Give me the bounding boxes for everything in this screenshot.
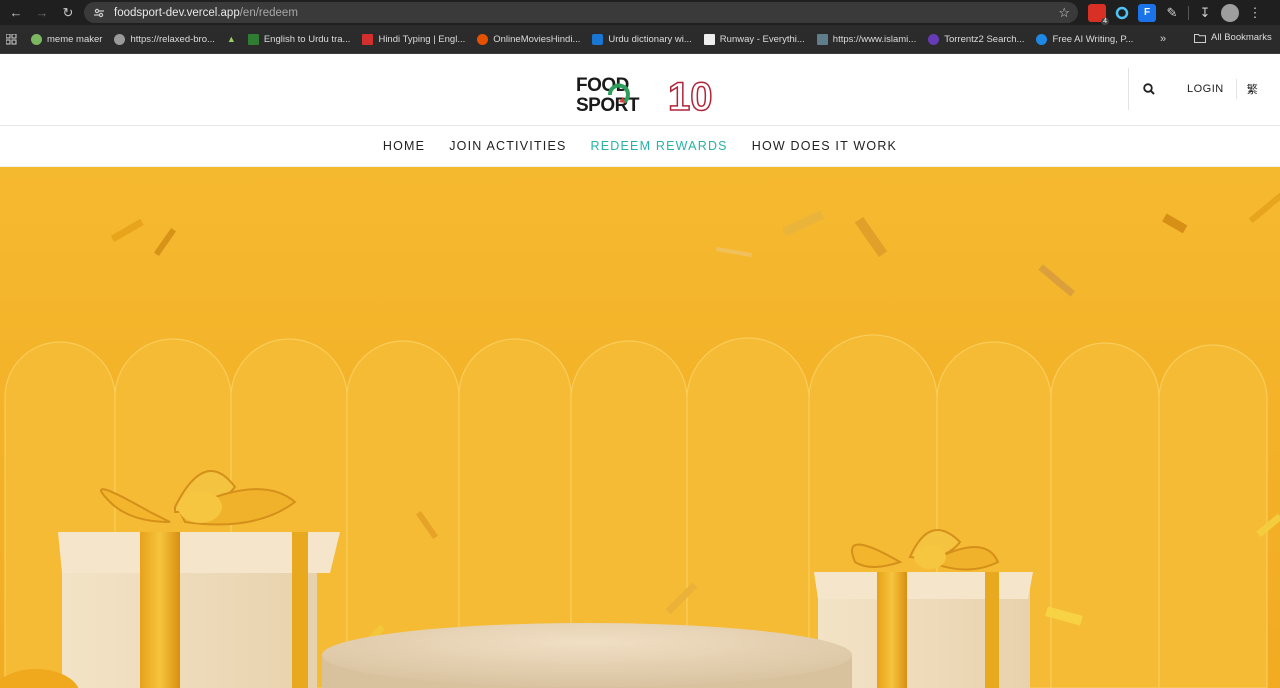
all-bookmarks-label: All Bookmarks bbox=[1211, 32, 1272, 43]
bookmarks-bar: meme maker https://relaxed-bro... ▲ Engl… bbox=[0, 25, 1280, 54]
bookmark-favicon bbox=[816, 33, 828, 45]
bookmark-favicon bbox=[592, 33, 604, 45]
podium bbox=[322, 623, 852, 688]
logo-text-bottom: SPORT bbox=[576, 95, 640, 114]
reload-icon[interactable]: ↻ bbox=[55, 0, 81, 25]
header-actions: LOGIN 繁 bbox=[1128, 68, 1258, 110]
search-icon bbox=[1143, 83, 1155, 95]
download-icon[interactable]: ↧ bbox=[1196, 4, 1214, 22]
extension-badge: 4 bbox=[1101, 17, 1109, 25]
main-nav: HOME JOIN ACTIVITIES REDEEM REWARDS HOW … bbox=[0, 126, 1280, 167]
bookmark-label: https://www.islami... bbox=[832, 33, 917, 45]
more-bookmarks-button[interactable]: » bbox=[1160, 33, 1166, 45]
bookmark-favicon bbox=[31, 33, 42, 45]
nav-redeem-rewards[interactable]: REDEEM REWARDS bbox=[591, 139, 728, 153]
forward-icon[interactable]: → bbox=[29, 0, 55, 25]
bookmark-label: Runway - Everythi... bbox=[719, 33, 805, 45]
bookmark-favicon bbox=[477, 33, 489, 45]
all-bookmarks-button[interactable]: All Bookmarks bbox=[1194, 32, 1272, 43]
bookmark-favicon bbox=[362, 33, 374, 45]
bookmark-item[interactable]: https://relaxed-bro... bbox=[114, 33, 215, 45]
folder-icon bbox=[1194, 33, 1206, 43]
bookmark-star-icon[interactable]: ☆ bbox=[1058, 5, 1070, 21]
extensions-puzzle-icon[interactable]: ✎ bbox=[1163, 4, 1181, 22]
profile-avatar[interactable] bbox=[1221, 3, 1239, 22]
language-toggle[interactable]: 繁 bbox=[1235, 79, 1258, 99]
bookmark-label: OnlineMoviesHindi... bbox=[493, 33, 581, 45]
bookmark-label: Free AI Writing, P... bbox=[1052, 33, 1134, 45]
bookmark-label: Torrentz2 Search... bbox=[944, 33, 1025, 45]
extensions-area: 4 F ✎ ↧ ⋮ bbox=[1088, 3, 1264, 25]
logo-number: 10 bbox=[668, 75, 713, 114]
extension-red-icon[interactable]: 4 bbox=[1088, 3, 1109, 25]
address-bar[interactable]: foodsport-dev.vercel.app/en/redeem ☆ bbox=[84, 2, 1078, 23]
url-host: foodsport-dev.vercel.app bbox=[114, 6, 240, 19]
toolbar-divider bbox=[1188, 5, 1189, 20]
mountain-icon: ▲ bbox=[226, 34, 236, 44]
menu-dots-icon[interactable]: ⋮ bbox=[1246, 4, 1264, 22]
hero-banner bbox=[0, 167, 1280, 688]
apps-grid-icon[interactable] bbox=[6, 33, 17, 45]
browser-toolbar: ← → ↻ foodsport-dev.vercel.app/en/redeem… bbox=[0, 0, 1280, 25]
bookmark-item[interactable]: Urdu dictionary wi... bbox=[592, 33, 692, 45]
hero-illustration bbox=[0, 167, 1280, 688]
site-info-icon[interactable] bbox=[92, 6, 106, 20]
bookmark-item[interactable]: Free AI Writing, P... bbox=[1036, 33, 1134, 45]
bookmark-favicon bbox=[928, 33, 940, 45]
url-path: /en/redeem bbox=[239, 6, 298, 19]
bookmark-item[interactable]: Runway - Everythi... bbox=[703, 33, 805, 45]
bookmark-label: Hindi Typing | Engl... bbox=[378, 33, 466, 45]
bookmark-item[interactable]: Hindi Typing | Engl... bbox=[362, 33, 466, 45]
search-button[interactable] bbox=[1129, 68, 1169, 110]
foodsport-logo[interactable]: FOOD SPORT 10 bbox=[575, 74, 713, 120]
globe-icon bbox=[114, 33, 126, 45]
bookmark-label: meme maker bbox=[47, 33, 103, 45]
bookmark-label: https://relaxed-bro... bbox=[130, 33, 215, 45]
bookmark-favicon bbox=[703, 33, 715, 45]
login-link[interactable]: LOGIN bbox=[1169, 83, 1236, 95]
extension-ring-icon[interactable] bbox=[1113, 4, 1131, 22]
bookmark-item[interactable]: OnlineMoviesHindi... bbox=[477, 33, 581, 45]
bookmark-item[interactable]: ▲ bbox=[227, 34, 236, 44]
bookmark-item[interactable]: meme maker bbox=[31, 33, 103, 45]
nav-home[interactable]: HOME bbox=[383, 139, 425, 153]
bookmark-label: English to Urdu tra... bbox=[263, 33, 351, 45]
back-icon[interactable]: ← bbox=[3, 0, 29, 25]
bookmark-label: Urdu dictionary wi... bbox=[608, 33, 692, 45]
bookmark-item[interactable]: Torrentz2 Search... bbox=[928, 33, 1025, 45]
bookmark-favicon bbox=[247, 33, 259, 45]
bookmark-item[interactable]: English to Urdu tra... bbox=[247, 33, 351, 45]
bookmark-favicon bbox=[1036, 33, 1048, 45]
extension-blue-icon[interactable]: F bbox=[1138, 3, 1156, 22]
nav-join-activities[interactable]: JOIN ACTIVITIES bbox=[449, 139, 566, 153]
nav-how-does-it-work[interactable]: HOW DOES IT WORK bbox=[752, 139, 897, 153]
bookmark-item[interactable]: https://www.islami... bbox=[816, 33, 917, 45]
site-header: FOOD SPORT 10 LOGIN 繁 bbox=[0, 54, 1280, 126]
